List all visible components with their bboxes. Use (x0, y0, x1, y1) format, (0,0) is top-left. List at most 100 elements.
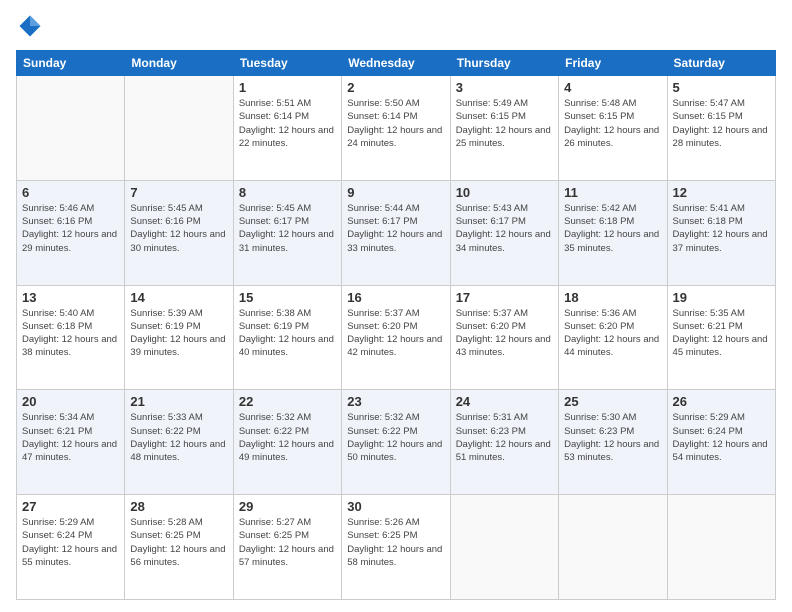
day-number: 13 (22, 290, 119, 305)
calendar-day-cell: 22 Sunrise: 5:32 AMSunset: 6:22 PMDayligh… (233, 390, 341, 495)
day-info: Sunrise: 5:29 AMSunset: 6:24 PMDaylight:… (22, 516, 119, 569)
calendar-day-cell: 11Sunrise: 5:42 AMSunset: 6:18 PMDayligh… (559, 180, 667, 285)
day-info: Sunrise: 5:35 AMSunset: 6:21 PMDaylight:… (673, 307, 770, 360)
day-info: Sunrise: 5:38 AMSunset: 6:19 PMDaylight:… (239, 307, 336, 360)
day-number: 5 (673, 80, 770, 95)
day-number: 17 (456, 290, 553, 305)
day-number: 9 (347, 185, 444, 200)
calendar-week-row: 27 Sunrise: 5:29 AMSunset: 6:24 PMDayligh… (17, 495, 776, 600)
calendar-day-cell: 23 Sunrise: 5:32 AMSunset: 6:22 PMDayligh… (342, 390, 450, 495)
calendar-day-cell: 16 Sunrise: 5:37 AMSunset: 6:20 PMDayligh… (342, 285, 450, 390)
day-number: 7 (130, 185, 227, 200)
day-of-week-header: Wednesday (342, 51, 450, 76)
day-info: Sunrise: 5:32 AMSunset: 6:22 PMDaylight:… (347, 411, 444, 464)
day-info: Sunrise: 5:27 AMSunset: 6:25 PMDaylight:… (239, 516, 336, 569)
day-info: Sunrise: 5:42 AMSunset: 6:18 PMDaylight:… (564, 202, 661, 255)
day-number: 22 (239, 394, 336, 409)
day-number: 4 (564, 80, 661, 95)
day-info: Sunrise: 5:37 AMSunset: 6:20 PMDaylight:… (456, 307, 553, 360)
calendar-day-cell: 15 Sunrise: 5:38 AMSunset: 6:19 PMDayligh… (233, 285, 341, 390)
day-info: Sunrise: 5:31 AMSunset: 6:23 PMDaylight:… (456, 411, 553, 464)
calendar-header-row: SundayMondayTuesdayWednesdayThursdayFrid… (17, 51, 776, 76)
day-info: Sunrise: 5:33 AMSunset: 6:22 PMDaylight:… (130, 411, 227, 464)
calendar-day-cell (667, 495, 775, 600)
logo-icon (16, 12, 44, 40)
calendar-day-cell: 5Sunrise: 5:47 AMSunset: 6:15 PMDaylight… (667, 76, 775, 181)
day-number: 15 (239, 290, 336, 305)
calendar-day-cell: 12 Sunrise: 5:41 AMSunset: 6:18 PMDayligh… (667, 180, 775, 285)
day-number: 8 (239, 185, 336, 200)
day-info: Sunrise: 5:30 AMSunset: 6:23 PMDaylight:… (564, 411, 661, 464)
calendar-week-row: 13 Sunrise: 5:40 AMSunset: 6:18 PMDayligh… (17, 285, 776, 390)
calendar-day-cell: 2 Sunrise: 5:50 AMSunset: 6:14 PMDaylight… (342, 76, 450, 181)
day-info: Sunrise: 5:32 AMSunset: 6:22 PMDaylight:… (239, 411, 336, 464)
page: SundayMondayTuesdayWednesdayThursdayFrid… (0, 0, 792, 612)
day-number: 14 (130, 290, 227, 305)
calendar-day-cell: 26 Sunrise: 5:29 AMSunset: 6:24 PMDayligh… (667, 390, 775, 495)
day-of-week-header: Friday (559, 51, 667, 76)
day-number: 21 (130, 394, 227, 409)
day-of-week-header: Monday (125, 51, 233, 76)
day-of-week-header: Sunday (17, 51, 125, 76)
calendar-day-cell: 14 Sunrise: 5:39 AMSunset: 6:19 PMDayligh… (125, 285, 233, 390)
header (16, 12, 776, 40)
day-number: 30 (347, 499, 444, 514)
logo (16, 12, 48, 40)
day-of-week-header: Tuesday (233, 51, 341, 76)
day-info: Sunrise: 5:34 AMSunset: 6:21 PMDaylight:… (22, 411, 119, 464)
calendar-day-cell: 25 Sunrise: 5:30 AMSunset: 6:23 PMDayligh… (559, 390, 667, 495)
day-number: 6 (22, 185, 119, 200)
day-info: Sunrise: 5:41 AMSunset: 6:18 PMDaylight:… (673, 202, 770, 255)
day-number: 10 (456, 185, 553, 200)
day-info: Sunrise: 5:39 AMSunset: 6:19 PMDaylight:… (130, 307, 227, 360)
calendar-day-cell: 10 Sunrise: 5:43 AMSunset: 6:17 PMDayligh… (450, 180, 558, 285)
day-info: Sunrise: 5:50 AMSunset: 6:14 PMDaylight:… (347, 97, 444, 150)
calendar-day-cell (125, 76, 233, 181)
day-number: 25 (564, 394, 661, 409)
day-number: 26 (673, 394, 770, 409)
day-info: Sunrise: 5:36 AMSunset: 6:20 PMDaylight:… (564, 307, 661, 360)
day-number: 18 (564, 290, 661, 305)
day-info: Sunrise: 5:51 AMSunset: 6:14 PMDaylight:… (239, 97, 336, 150)
calendar-day-cell: 19 Sunrise: 5:35 AMSunset: 6:21 PMDayligh… (667, 285, 775, 390)
calendar-week-row: 20 Sunrise: 5:34 AMSunset: 6:21 PMDayligh… (17, 390, 776, 495)
day-info: Sunrise: 5:43 AMSunset: 6:17 PMDaylight:… (456, 202, 553, 255)
day-number: 23 (347, 394, 444, 409)
day-info: Sunrise: 5:37 AMSunset: 6:20 PMDaylight:… (347, 307, 444, 360)
calendar-week-row: 6 Sunrise: 5:46 AMSunset: 6:16 PMDaylight… (17, 180, 776, 285)
calendar-week-row: 1 Sunrise: 5:51 AMSunset: 6:14 PMDaylight… (17, 76, 776, 181)
calendar-day-cell (17, 76, 125, 181)
calendar-table: SundayMondayTuesdayWednesdayThursdayFrid… (16, 50, 776, 600)
calendar-day-cell: 29 Sunrise: 5:27 AMSunset: 6:25 PMDayligh… (233, 495, 341, 600)
day-number: 20 (22, 394, 119, 409)
day-of-week-header: Saturday (667, 51, 775, 76)
calendar-day-cell: 24 Sunrise: 5:31 AMSunset: 6:23 PMDayligh… (450, 390, 558, 495)
calendar-day-cell: 21 Sunrise: 5:33 AMSunset: 6:22 PMDayligh… (125, 390, 233, 495)
calendar-day-cell: 30Sunrise: 5:26 AMSunset: 6:25 PMDayligh… (342, 495, 450, 600)
day-info: Sunrise: 5:46 AMSunset: 6:16 PMDaylight:… (22, 202, 119, 255)
calendar-day-cell: 27 Sunrise: 5:29 AMSunset: 6:24 PMDayligh… (17, 495, 125, 600)
calendar-day-cell (559, 495, 667, 600)
day-number: 3 (456, 80, 553, 95)
day-info: Sunrise: 5:49 AMSunset: 6:15 PMDaylight:… (456, 97, 553, 150)
day-info: Sunrise: 5:45 AMSunset: 6:17 PMDaylight:… (239, 202, 336, 255)
calendar-day-cell: 28Sunrise: 5:28 AMSunset: 6:25 PMDayligh… (125, 495, 233, 600)
day-info: Sunrise: 5:29 AMSunset: 6:24 PMDaylight:… (673, 411, 770, 464)
day-info: Sunrise: 5:44 AMSunset: 6:17 PMDaylight:… (347, 202, 444, 255)
day-number: 1 (239, 80, 336, 95)
day-number: 29 (239, 499, 336, 514)
day-info: Sunrise: 5:45 AMSunset: 6:16 PMDaylight:… (130, 202, 227, 255)
day-number: 2 (347, 80, 444, 95)
calendar-day-cell: 9 Sunrise: 5:44 AMSunset: 6:17 PMDaylight… (342, 180, 450, 285)
calendar-day-cell: 20 Sunrise: 5:34 AMSunset: 6:21 PMDayligh… (17, 390, 125, 495)
calendar-day-cell: 3 Sunrise: 5:49 AMSunset: 6:15 PMDaylight… (450, 76, 558, 181)
day-number: 27 (22, 499, 119, 514)
day-number: 24 (456, 394, 553, 409)
day-number: 16 (347, 290, 444, 305)
day-info: Sunrise: 5:28 AMSunset: 6:25 PMDaylight:… (130, 516, 227, 569)
day-number: 12 (673, 185, 770, 200)
day-info: Sunrise: 5:40 AMSunset: 6:18 PMDaylight:… (22, 307, 119, 360)
calendar-day-cell: 13 Sunrise: 5:40 AMSunset: 6:18 PMDayligh… (17, 285, 125, 390)
day-number: 19 (673, 290, 770, 305)
calendar-day-cell (450, 495, 558, 600)
